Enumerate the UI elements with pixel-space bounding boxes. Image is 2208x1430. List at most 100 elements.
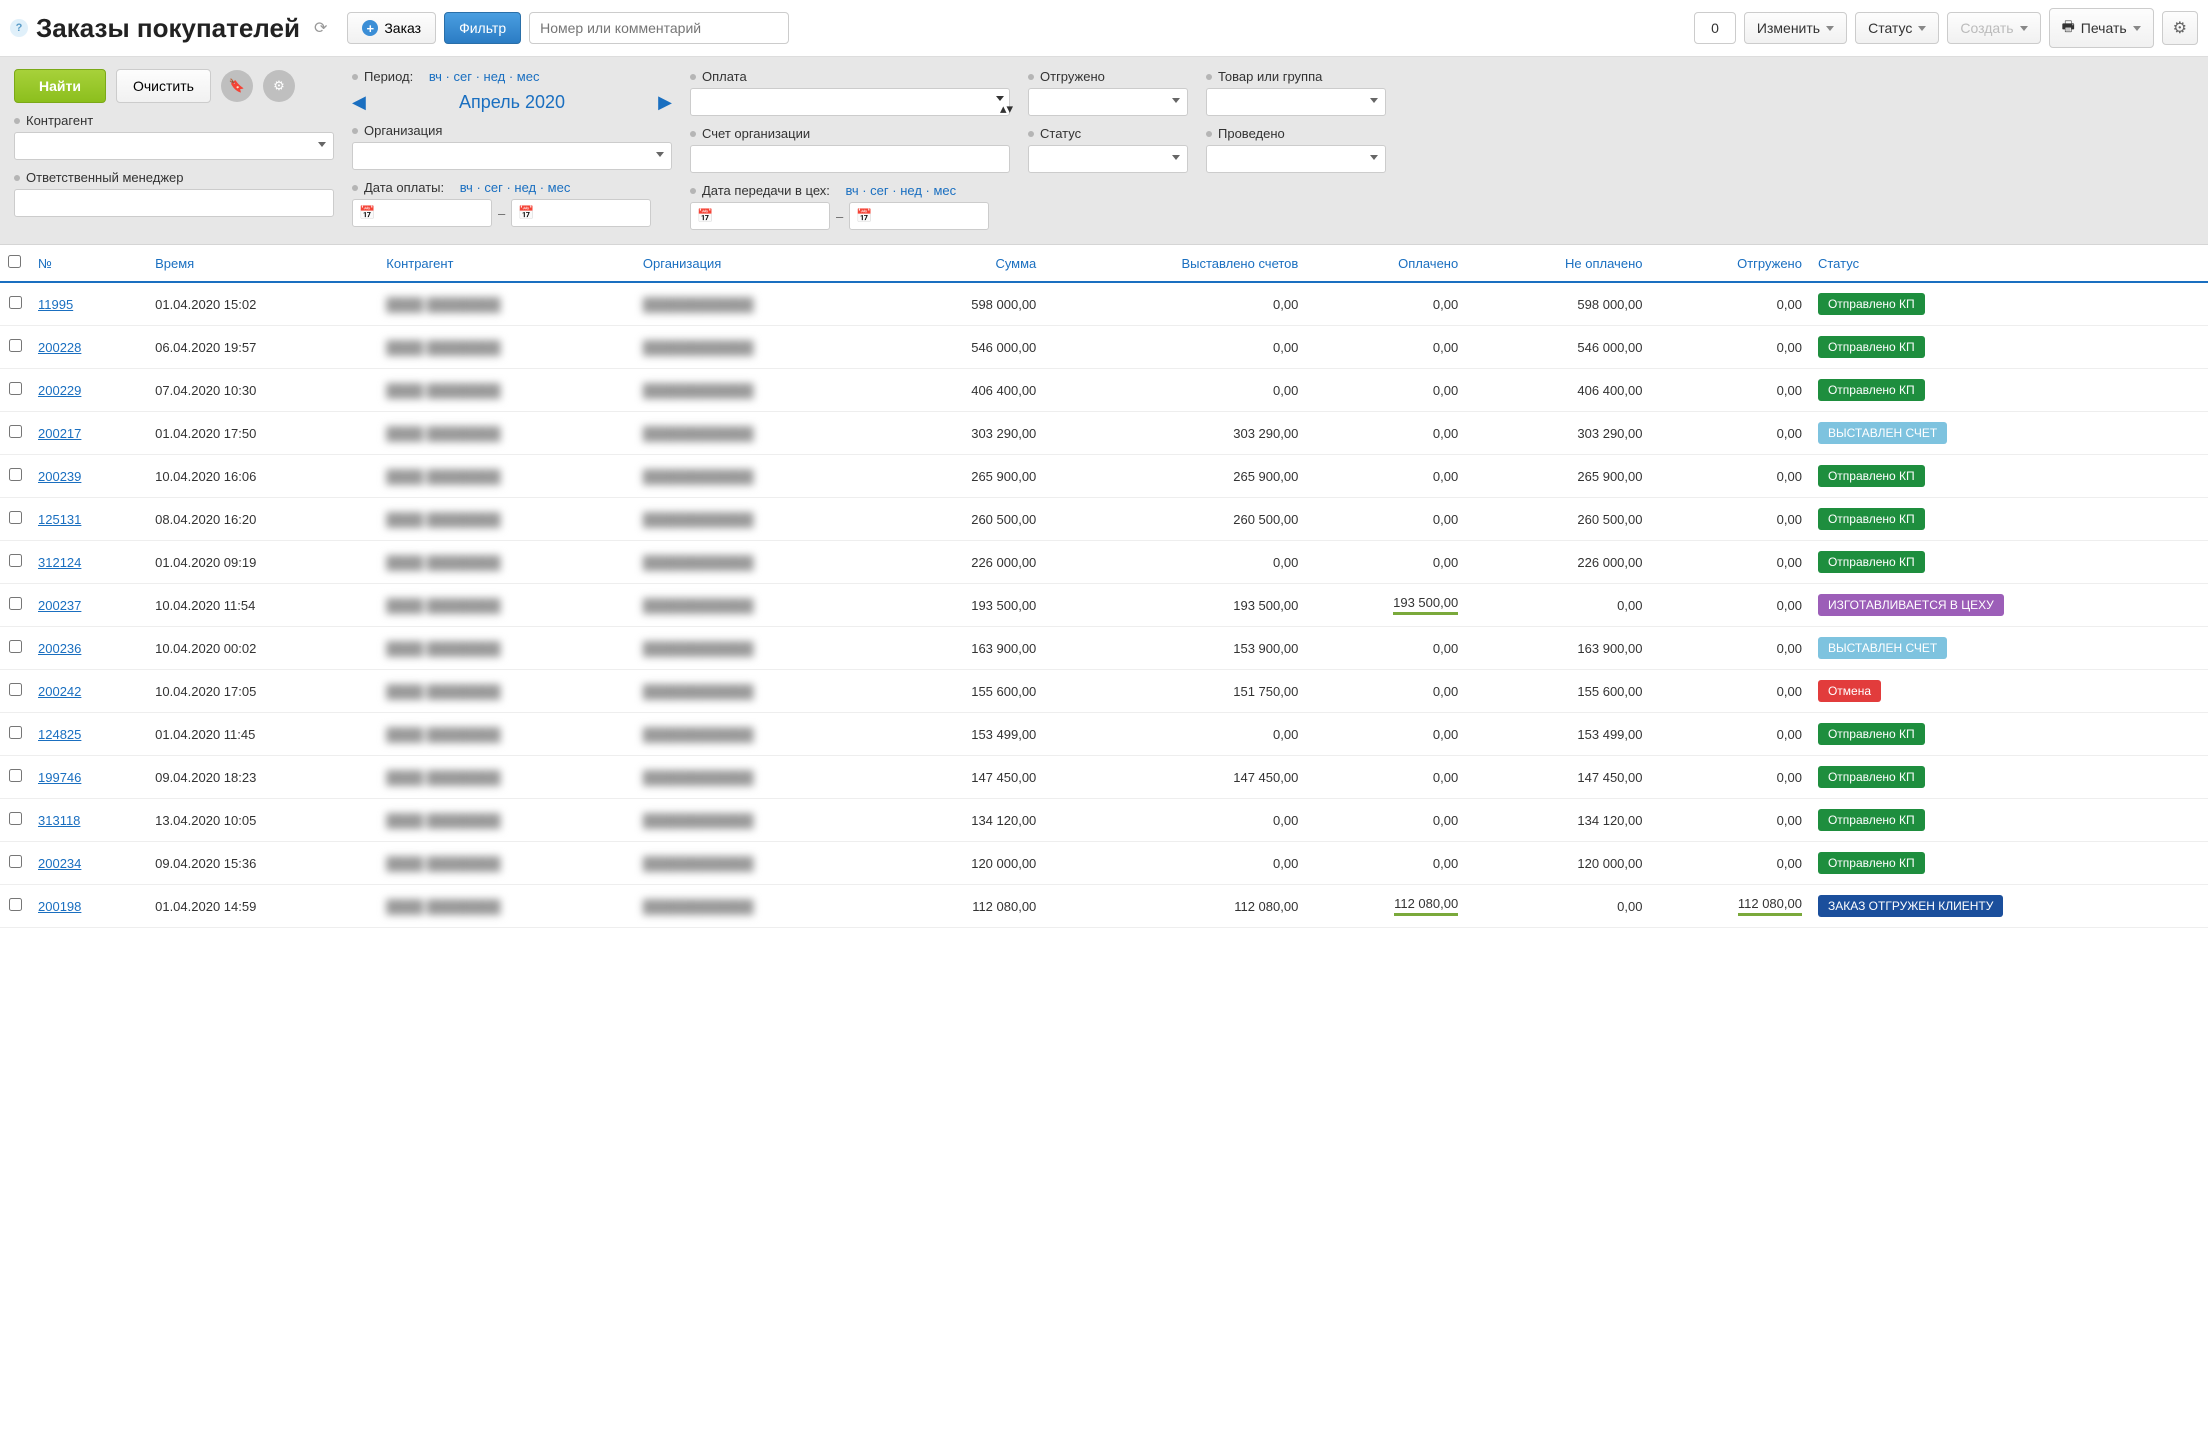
period-next-icon[interactable]: ▶ [658,92,672,113]
period-current[interactable]: Апрель 2020 [459,92,565,113]
row-checkbox[interactable] [9,769,22,782]
row-checkbox[interactable] [9,726,22,739]
workshop-date-links[interactable]: вч · сег · нед · мес [846,183,957,198]
cell-sum: 226 000,00 [884,541,1044,584]
col-invoiced[interactable]: Выставлено счетов [1044,245,1306,282]
order-link[interactable]: 200217 [38,426,81,441]
cell-organization: ████████████ [635,412,885,455]
table-row[interactable]: 200239 10.04.2020 16:06 ████ ████████ ██… [0,455,2208,498]
table-row[interactable]: 200217 01.04.2020 17:50 ████ ████████ ██… [0,412,2208,455]
row-checkbox[interactable] [9,855,22,868]
settings-button[interactable] [2162,11,2198,45]
cell-organization: ████████████ [635,756,885,799]
row-checkbox[interactable] [9,554,22,567]
find-button[interactable]: Найти [14,69,106,103]
payment-select[interactable] [690,88,1010,116]
col-status[interactable]: Статус [1810,245,2208,282]
clear-button[interactable]: Очистить [116,69,211,103]
status-badge: Отправлено КП [1818,379,1925,401]
row-checkbox[interactable] [9,511,22,524]
status-dropdown[interactable]: Статус [1855,12,1939,44]
new-order-button[interactable]: + Заказ [347,12,436,44]
select-all-checkbox[interactable] [8,255,21,268]
responsible-label: Ответственный менеджер [14,170,334,185]
help-icon[interactable]: ? [10,19,28,37]
table-row[interactable]: 124825 01.04.2020 11:45 ████ ████████ ██… [0,713,2208,756]
organization-select[interactable] [352,142,672,170]
order-link[interactable]: 124825 [38,727,81,742]
table-row[interactable]: 200234 09.04.2020 15:36 ████ ████████ ██… [0,842,2208,885]
col-time[interactable]: Время [147,245,378,282]
order-link[interactable]: 200237 [38,598,81,613]
table-row[interactable]: 200236 10.04.2020 00:02 ████ ████████ ██… [0,627,2208,670]
table-row[interactable]: 11995 01.04.2020 15:02 ████ ████████ ███… [0,282,2208,326]
order-link[interactable]: 313118 [38,813,80,828]
posted-select[interactable] [1206,145,1386,173]
bookmark-icon[interactable]: 🔖 [221,70,253,102]
order-link[interactable]: 200242 [38,684,81,699]
order-link[interactable]: 199746 [38,770,81,785]
row-checkbox[interactable] [9,296,22,309]
period-prev-icon[interactable]: ◀ [352,92,366,113]
table-row[interactable]: 312124 01.04.2020 09:19 ████ ████████ ██… [0,541,2208,584]
col-counterparty[interactable]: Контрагент [378,245,635,282]
col-sum[interactable]: Сумма [884,245,1044,282]
row-checkbox[interactable] [9,468,22,481]
refresh-icon[interactable]: ⟳ [314,18,327,38]
counterparty-select[interactable] [14,132,334,160]
filter-settings-icon[interactable]: ⚙ [263,70,295,102]
table-row[interactable]: 200228 06.04.2020 19:57 ████ ████████ ██… [0,326,2208,369]
row-checkbox[interactable] [9,812,22,825]
org-account-input[interactable] [690,145,1010,173]
order-link[interactable]: 11995 [38,297,73,312]
col-no[interactable]: № [30,245,147,282]
order-link[interactable]: 125131 [38,512,81,527]
table-row[interactable]: 200198 01.04.2020 14:59 ████ ████████ ██… [0,885,2208,928]
payment-date-to[interactable]: 📅 [511,199,651,227]
filter-button[interactable]: Фильтр [444,12,521,44]
table-row[interactable]: 200242 10.04.2020 17:05 ████ ████████ ██… [0,670,2208,713]
row-checkbox[interactable] [9,597,22,610]
cell-paid: 193 500,00 [1306,584,1466,627]
payment-date-links[interactable]: вч · сег · нед · мес [460,180,571,195]
col-unpaid[interactable]: Не оплачено [1466,245,1650,282]
order-link[interactable]: 312124 [38,555,81,570]
col-organization[interactable]: Организация [635,245,885,282]
table-row[interactable]: 200229 07.04.2020 10:30 ████ ████████ ██… [0,369,2208,412]
cell-unpaid: 155 600,00 [1466,670,1650,713]
product-group-select[interactable] [1206,88,1386,116]
create-dropdown[interactable]: Создать [1947,12,2040,44]
workshop-date-to[interactable]: 📅 [849,202,989,230]
table-row[interactable]: 199746 09.04.2020 18:23 ████ ████████ ██… [0,756,2208,799]
order-link[interactable]: 200234 [38,856,81,871]
cell-status: Отправлено КП [1810,756,2208,799]
cell-counterparty: ████ ████████ [378,627,635,670]
cell-shipped: 0,00 [1650,670,1809,713]
row-checkbox[interactable] [9,683,22,696]
order-link[interactable]: 200198 [38,899,81,914]
period-quick-links[interactable]: вч · сег · нед · мес [429,69,540,84]
cell-shipped: 0,00 [1650,326,1809,369]
print-dropdown[interactable]: Печать [2049,8,2154,48]
row-checkbox[interactable] [9,425,22,438]
row-checkbox[interactable] [9,898,22,911]
search-input[interactable] [529,12,789,44]
change-dropdown[interactable]: Изменить [1744,12,1847,44]
row-checkbox[interactable] [9,640,22,653]
shipped-select[interactable] [1028,88,1188,116]
row-checkbox[interactable] [9,339,22,352]
payment-date-from[interactable]: 📅 [352,199,492,227]
col-paid[interactable]: Оплачено [1306,245,1466,282]
order-link[interactable]: 200236 [38,641,81,656]
table-row[interactable]: 313118 13.04.2020 10:05 ████ ████████ ██… [0,799,2208,842]
filter-status-select[interactable] [1028,145,1188,173]
order-link[interactable]: 200239 [38,469,81,484]
table-row[interactable]: 200237 10.04.2020 11:54 ████ ████████ ██… [0,584,2208,627]
order-link[interactable]: 200229 [38,383,81,398]
row-checkbox[interactable] [9,382,22,395]
order-link[interactable]: 200228 [38,340,81,355]
col-shipped[interactable]: Отгружено [1650,245,1809,282]
responsible-input[interactable] [14,189,334,217]
table-row[interactable]: 125131 08.04.2020 16:20 ████ ████████ ██… [0,498,2208,541]
workshop-date-from[interactable]: 📅 [690,202,830,230]
